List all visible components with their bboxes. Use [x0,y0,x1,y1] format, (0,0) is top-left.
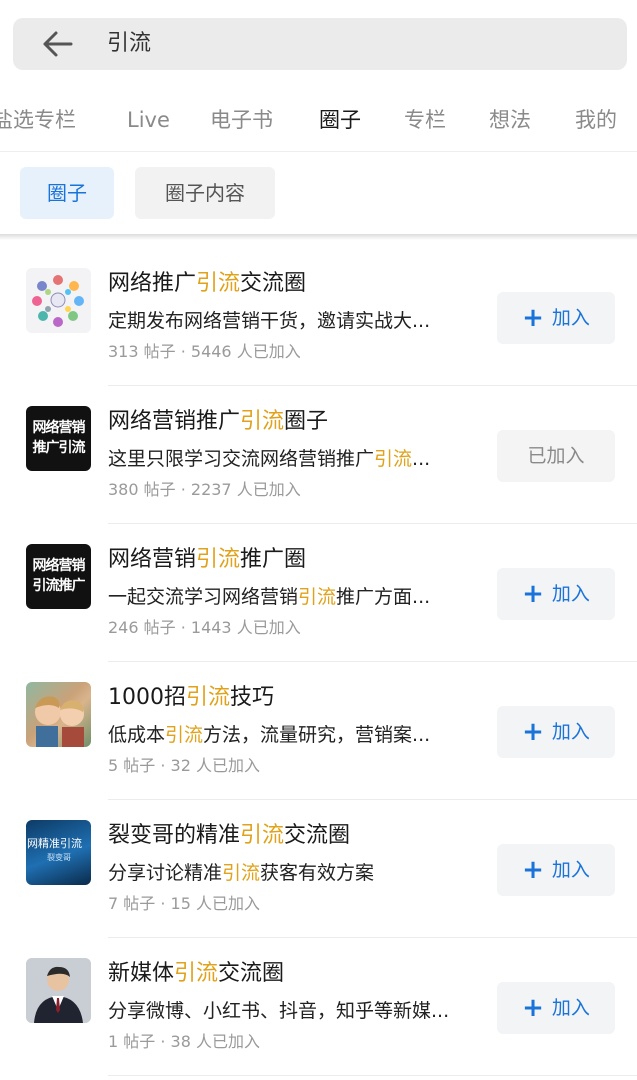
avatar [26,958,91,1023]
circle-stats: 1 帖子 · 38 人已加入 [108,1032,260,1051]
network-graphic-icon [32,275,84,327]
circle-stats: 380 帖子 · 2237 人已加入 [108,480,301,499]
avatar-text: 网络营销 推广引流 [32,420,86,456]
category-tabs: 盐选专栏 Live 电子书 圈子 专栏 想法 我的 [0,90,637,152]
join-button[interactable]: + 加入 [497,844,615,896]
man-photo-icon [26,958,91,1023]
search-input[interactable]: 引流 [107,30,151,58]
circle-description: 低成本引流方法，流量研究，营销案... [108,724,431,746]
join-button[interactable]: + 加入 [497,982,615,1034]
circle-title: 网络推广引流交流圈 [108,271,307,296]
back-arrow-icon[interactable] [41,30,73,58]
list-item[interactable]: 1000招引流技巧 低成本引流方法，流量研究，营销案... 5 帖子 · 32 … [0,662,637,800]
result-list: 网络推广引流交流圈 定期发布网络营销干货，邀请实战大... 313 帖子 · 5… [0,248,637,1076]
filter-chip-circle[interactable]: 圈子 [20,167,114,219]
plus-icon: + [522,855,544,885]
search-header: 引流 [0,0,637,86]
plus-icon: + [522,993,544,1023]
filter-chip-circle-content[interactable]: 圈子内容 [135,167,275,219]
tab-live[interactable]: Live [127,104,170,136]
tab-circle[interactable]: 圈子 [319,104,361,136]
joined-button[interactable]: 已加入 [497,430,615,482]
join-button[interactable]: + 加入 [497,706,615,758]
search-bar[interactable]: 引流 [13,18,627,70]
join-button[interactable]: + 加入 [497,568,615,620]
circle-title: 网络营销推广引流圈子 [108,409,329,434]
avatar: 网络营销 引流推广 [26,544,91,609]
circle-description: 分享讨论精准引流获客有效方案 [108,862,375,884]
circle-stats: 246 帖子 · 1443 人已加入 [108,618,301,637]
list-item[interactable]: 网精准引流 裂变哥 裂变哥的精准引流交流圈 分享讨论精准引流获客有效方案 7 帖… [0,800,637,938]
plus-icon: + [522,303,544,333]
join-button[interactable]: + 加入 [497,292,615,344]
circle-description: 这里只限学习交流网络营销推广引流... [108,448,431,470]
circle-title: 裂变哥的精准引流交流圈 [108,823,351,848]
list-item[interactable]: 网络营销 推广引流 网络营销推广引流圈子 这里只限学习交流网络营销推广引流...… [0,386,637,524]
circle-stats: 313 帖子 · 5446 人已加入 [108,342,301,361]
circle-title: 新媒体引流交流圈 [108,961,285,986]
kids-photo-icon [35,696,84,747]
avatar: 网络营销 推广引流 [26,406,91,471]
list-item[interactable]: 网络推广引流交流圈 定期发布网络营销干货，邀请实战大... 313 帖子 · 5… [0,248,637,386]
avatar: 网精准引流 裂变哥 [26,820,91,885]
avatar [26,268,91,333]
tab-mine[interactable]: 我的 [575,104,617,136]
avatar-text: 网精准引流 裂变哥 [27,837,82,862]
circle-stats: 7 帖子 · 15 人已加入 [108,894,260,913]
avatar-text: 网络营销 引流推广 [32,558,86,594]
avatar [26,682,91,747]
list-item[interactable]: 网络营销 引流推广 网络营销引流推广圈 一起交流学习网络营销引流推广方面... … [0,524,637,662]
divider [108,1075,637,1076]
plus-icon: + [522,579,544,609]
filter-bar: 圈子 圈子内容 [0,152,637,236]
tab-paid-column[interactable]: 盐选专栏 [0,104,76,136]
tab-ebook[interactable]: 电子书 [210,104,273,136]
tab-thoughts[interactable]: 想法 [489,104,531,136]
circle-description: 分享微博、小红书、抖音，知乎等新媒... [108,1000,450,1022]
list-item[interactable]: 新媒体引流交流圈 分享微博、小红书、抖音，知乎等新媒... 1 帖子 · 38 … [0,938,637,1076]
circle-stats: 5 帖子 · 32 人已加入 [108,756,260,775]
filter-shadow [0,234,637,240]
circle-description: 一起交流学习网络营销引流推广方面... [108,586,431,608]
tab-column[interactable]: 专栏 [404,104,446,136]
plus-icon: + [522,717,544,747]
circle-title: 网络营销引流推广圈 [108,547,307,572]
circle-description: 定期发布网络营销干货，邀请实战大... [108,310,431,332]
circle-title: 1000招引流技巧 [108,685,275,710]
